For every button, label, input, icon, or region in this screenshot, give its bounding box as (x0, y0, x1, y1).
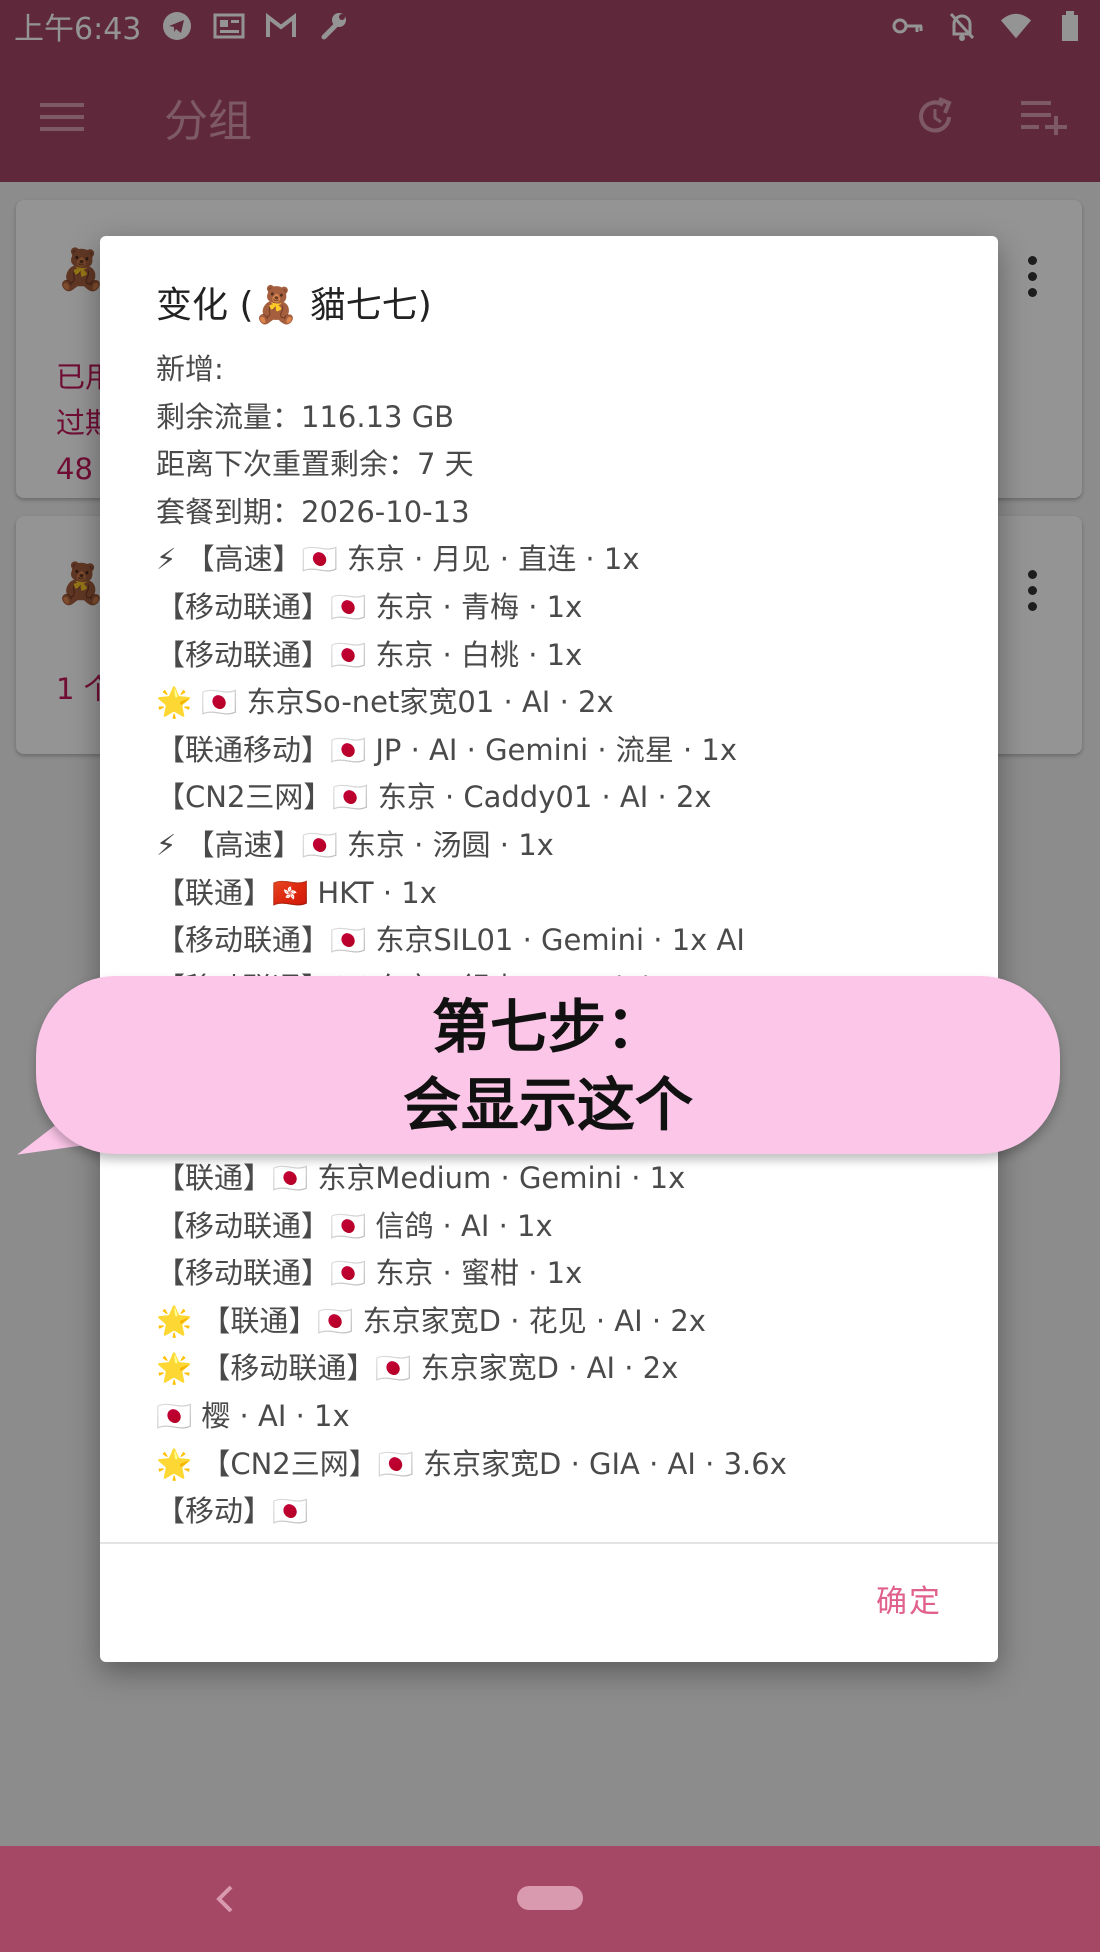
dialog-line: 🌟 【CN2三网】🇯🇵 东京家宽D · GIA · AI · 3.6x (156, 1446, 787, 1481)
annotation-text: 会显示这个 (402, 1071, 693, 1139)
dialog-line: 【CN2三网】🇯🇵 东京 · Caddy01 · AI · 2x (156, 780, 712, 815)
confirm-button[interactable]: 确定 (876, 1576, 942, 1621)
dialog-line: 距离下次重置剩余：7 天 (156, 447, 474, 482)
dialog-line: 剩余流量：116.13 GB (156, 399, 455, 434)
dialog-line: 🌟 【联通】🇯🇵 东京家宽D · 花见 · AI · 2x (156, 1303, 706, 1338)
dialog-line: 【联通】🇯🇵 东京Medium · Gemini · 1x (156, 1161, 686, 1196)
dialog-line: 🌟 🇯🇵 东京So-net家宽01 · AI · 2x (156, 685, 614, 720)
dialog-line: 【移动联通】🇯🇵 东京 · 白桃 · 1x (156, 637, 583, 672)
dialog-line: 🌟 【移动联通】🇯🇵 东京家宽D · AI · 2x (156, 1351, 679, 1386)
back-icon[interactable] (200, 1872, 250, 1926)
dialog-line: 【联通移动】🇯🇵 JP · AI · Gemini · 流星 · 1x (156, 732, 738, 767)
dialog-line: 新增: (156, 352, 224, 386)
dialog-line: 【移动联通】🇯🇵 东京 · 蜜柑 · 1x (156, 1256, 583, 1291)
annotation-bubble: 第七步： 会显示这个 (36, 976, 1060, 1154)
dialog-title: 变化 (🧸 貓七七) (156, 285, 432, 326)
dialog-line: 🇯🇵 樱 · AI · 1x (156, 1399, 350, 1434)
dialog-divider (100, 1542, 998, 1544)
dialog-line: 套餐到期：2026-10-13 (156, 494, 470, 529)
changes-dialog: 变化 (🧸 貓七七) 新增: 剩余流量：116.13 GB 距离下次重置剩余：7 天… (100, 236, 998, 1662)
dialog-line: 【移动】🇯🇵 (156, 1494, 309, 1529)
dialog-line: ⚡ 【高速】🇯🇵 东京 · 汤圆 · 1x (156, 827, 554, 862)
dialog-line: 【联通】🇭🇰 HKT · 1x (156, 875, 437, 910)
annotation-step: 第七步： (431, 993, 664, 1061)
dialog-line: 【移动联通】🇯🇵 信鸽 · AI · 1x (156, 1208, 553, 1243)
navigation-bar (0, 1846, 1100, 1952)
home-pill[interactable] (517, 1886, 583, 1910)
dialog-line: 【移动联通】🇯🇵 东京 · 青梅 · 1x (156, 589, 583, 624)
dialog-line: 【移动联通】🇯🇵 东京SIL01 · Gemini · 1x AI (156, 923, 745, 958)
dialog-line: ⚡ 【高速】🇯🇵 东京 · 月见 · 直连 · 1x (156, 542, 640, 577)
